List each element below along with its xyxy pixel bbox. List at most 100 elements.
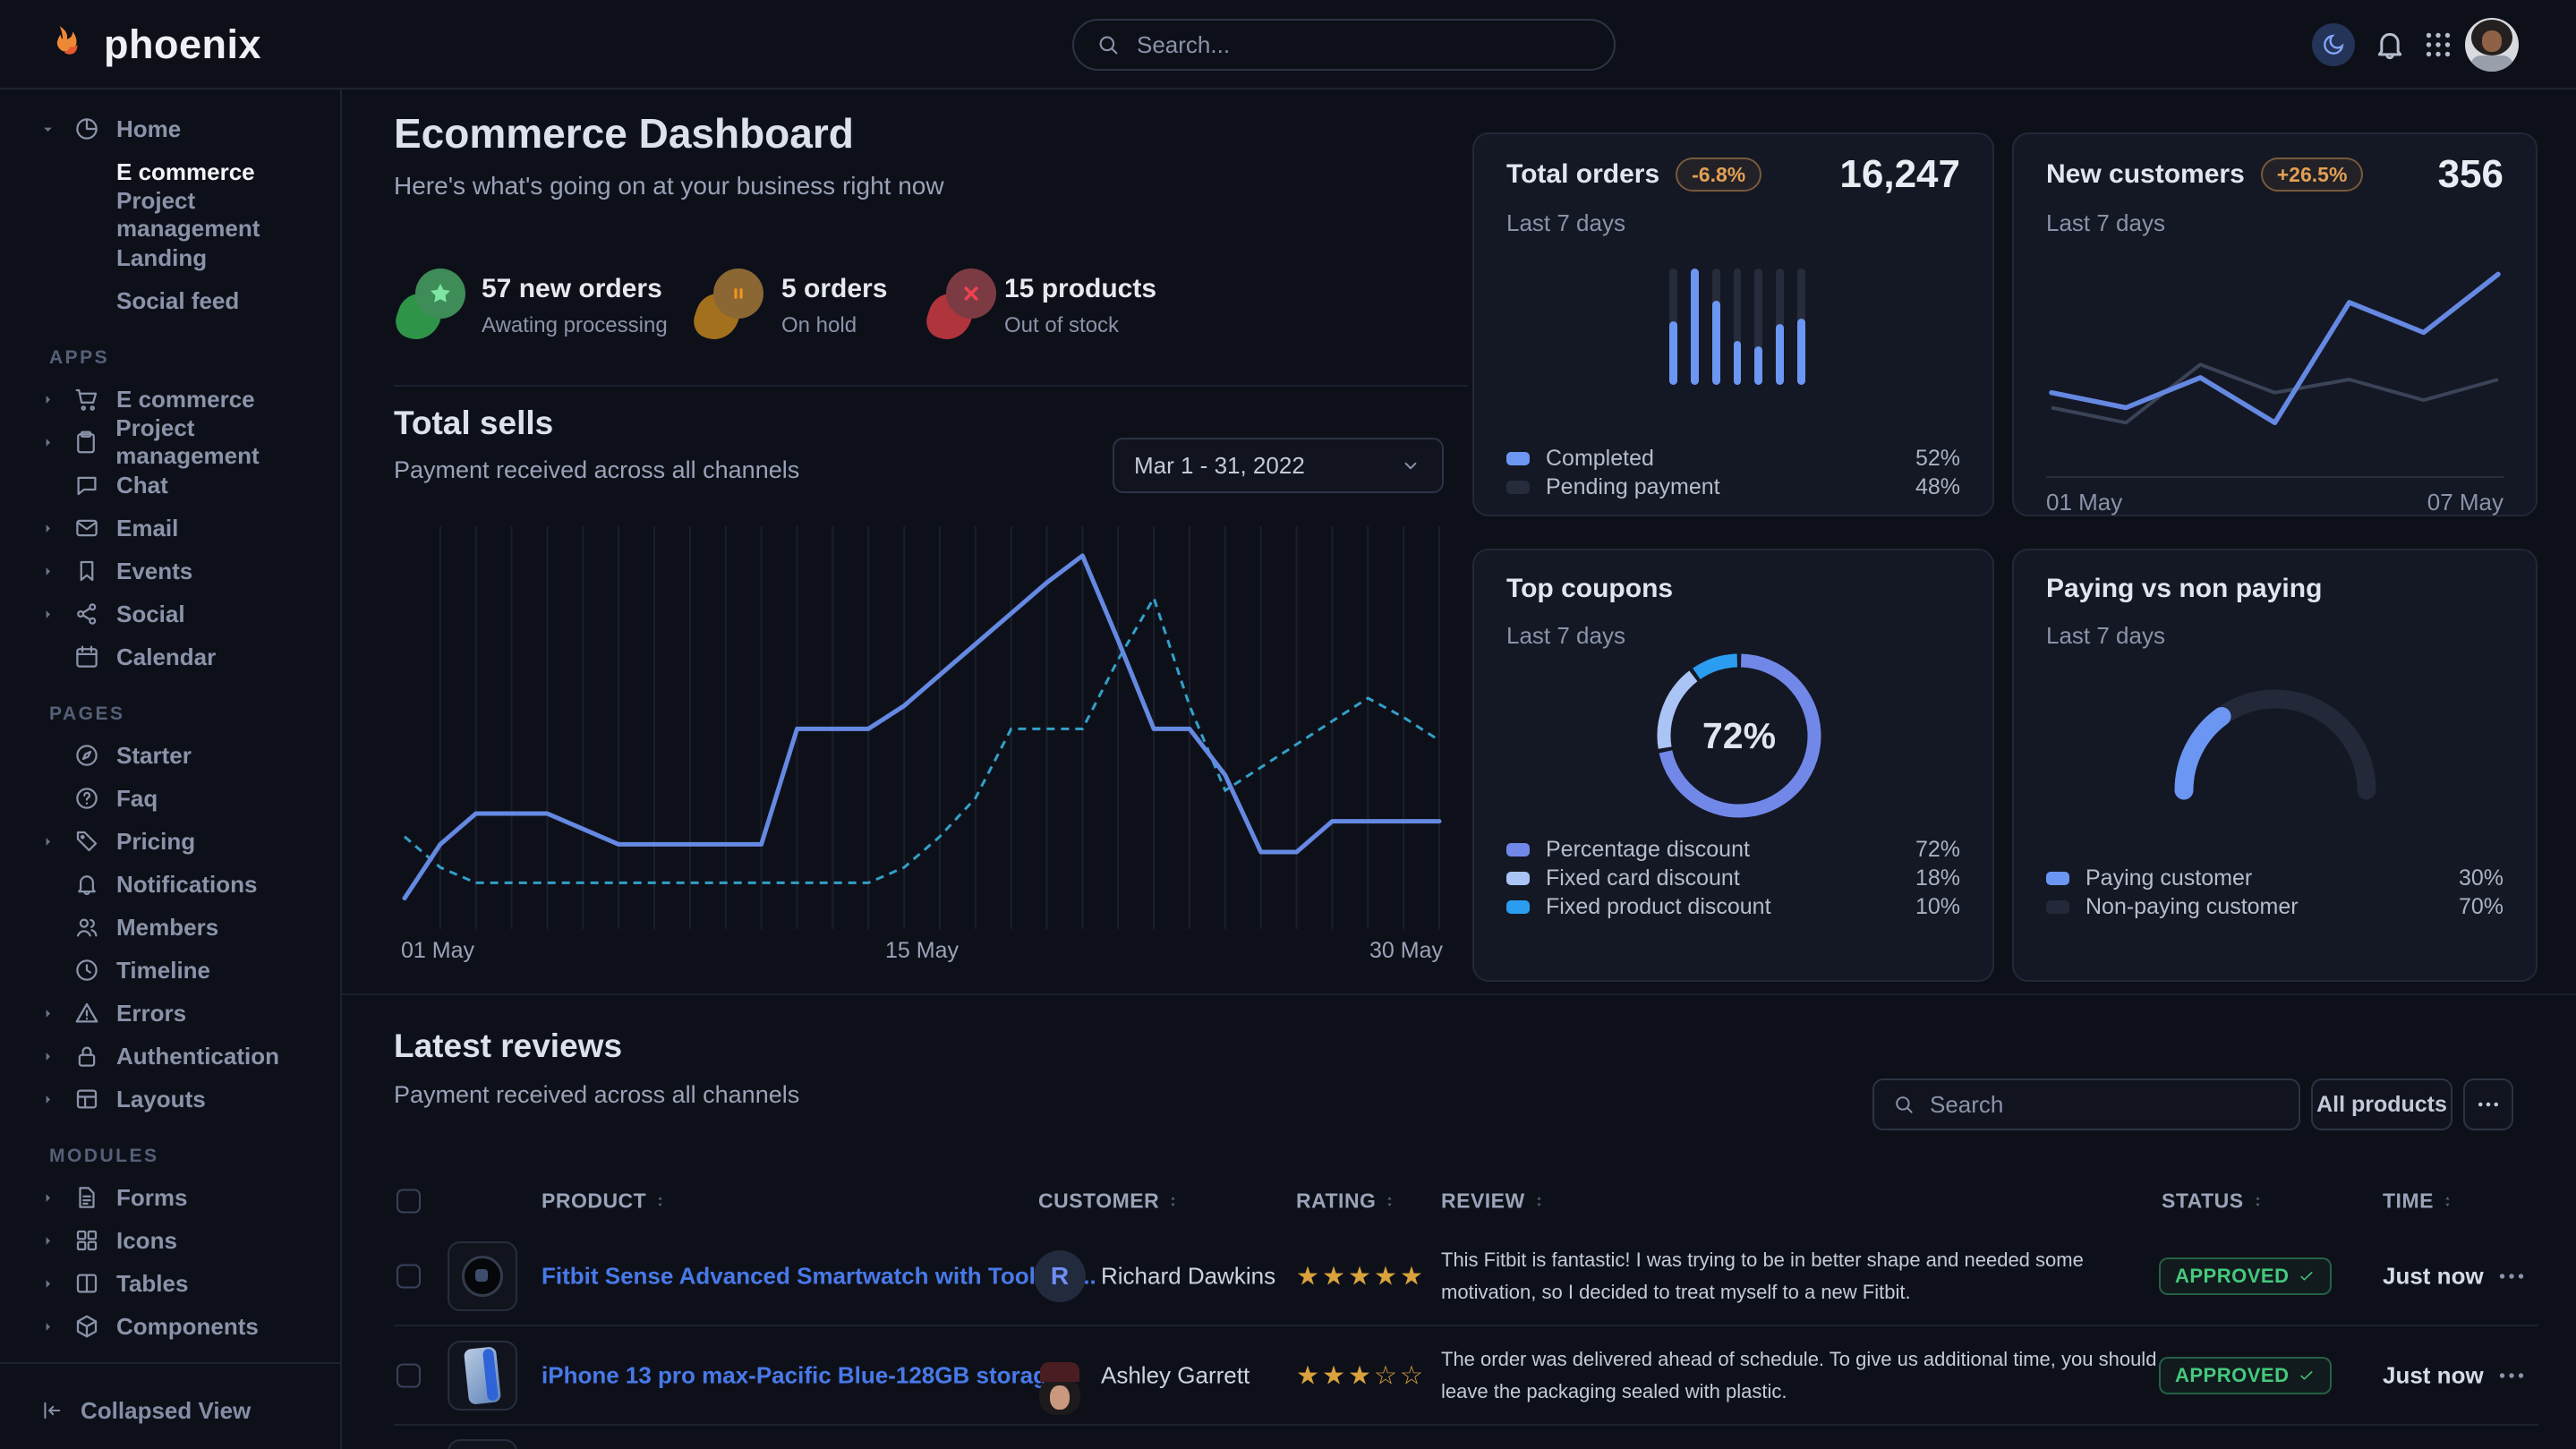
- sidebar-item-project-management[interactable]: Project management: [0, 193, 340, 236]
- box-icon: [73, 1313, 100, 1340]
- product-link[interactable]: Fitbit Sense Advanced Smartwatch with To…: [542, 1263, 1096, 1291]
- sidebar-item-starter[interactable]: Starter: [0, 734, 340, 777]
- sidebar-item-email[interactable]: Email: [0, 507, 340, 550]
- caret-right-icon: [41, 564, 73, 578]
- sidebar-item-home[interactable]: Home: [0, 107, 340, 150]
- reviews-search[interactable]: [1872, 1078, 2300, 1130]
- global-search[interactable]: [1072, 19, 1616, 71]
- sort-icon: [653, 1191, 667, 1211]
- delta-badge: +26.5%: [2261, 158, 2364, 192]
- sidebar-item-timeline[interactable]: Timeline: [0, 949, 340, 992]
- sidebar-item-calendar[interactable]: Calendar: [0, 635, 340, 678]
- sidebar-item-forms[interactable]: Forms: [0, 1176, 340, 1219]
- reviews-search-input[interactable]: [1928, 1090, 2281, 1120]
- global-search-input[interactable]: [1135, 30, 1592, 60]
- sidebar-section-pages: PAGES: [0, 695, 340, 734]
- card-title: Paying vs non paying: [2046, 574, 2322, 604]
- moon-icon: [2321, 32, 2346, 57]
- sidebar-item-layouts[interactable]: Layouts: [0, 1078, 340, 1121]
- select-all-checkbox[interactable]: [397, 1189, 421, 1214]
- sort-icon: [1166, 1191, 1180, 1211]
- product-thumbnail[interactable]: [448, 1241, 517, 1311]
- total-sells-x-axis: 01 May 15 May 30 May: [401, 938, 1443, 964]
- sidebar-nav: HomeE commerceProject managementLandingS…: [0, 107, 340, 1348]
- sidebar-item-pricing[interactable]: Pricing: [0, 820, 340, 863]
- card-title: Total orders: [1506, 159, 1659, 190]
- caret-right-icon: [41, 1092, 73, 1106]
- sidebar-item-errors[interactable]: Errors: [0, 992, 340, 1035]
- envelope-icon: [73, 515, 100, 541]
- pause-stat-icon: [695, 268, 763, 340]
- paying-gauge-chart: [2154, 676, 2396, 810]
- bell-icon: [2372, 27, 2408, 63]
- warning-triangle-icon: [73, 1000, 100, 1027]
- caret-spacer: [41, 920, 73, 934]
- column-header-rating[interactable]: RATING: [1296, 1189, 1396, 1214]
- caret-spacer: [41, 963, 73, 977]
- caret-right-icon: [41, 1006, 73, 1020]
- sidebar-item-components[interactable]: Components: [0, 1305, 340, 1348]
- caret-right-icon: [41, 435, 73, 449]
- sidebar-item-icons[interactable]: Icons: [0, 1219, 340, 1262]
- sidebar: HomeE commerceProject managementLandingS…: [0, 89, 342, 1449]
- total-sells-subtitle: Payment received across all channels: [394, 456, 799, 484]
- column-header-customer[interactable]: CUSTOMER: [1038, 1189, 1180, 1214]
- caret-right-icon: [41, 521, 73, 535]
- top-navbar: phoenix: [0, 0, 2576, 89]
- legend-row: Fixed card discount18%: [1506, 864, 1960, 892]
- users-icon: [73, 914, 100, 941]
- sidebar-item-project-management[interactable]: Project management: [0, 421, 340, 464]
- collapsed-view-toggle[interactable]: Collapsed View: [39, 1385, 251, 1436]
- sidebar-item-chat[interactable]: Chat: [0, 464, 340, 507]
- notifications-button[interactable]: [2372, 27, 2408, 63]
- row-menu-button[interactable]: [2495, 1260, 2528, 1292]
- star-stat-icon: [397, 268, 465, 340]
- total-orders-value: 16,247: [1839, 152, 1960, 197]
- section-divider: [342, 993, 2576, 995]
- reviews-more-button[interactable]: [2463, 1078, 2513, 1130]
- legend-swatch: [1506, 843, 1530, 857]
- row-checkbox[interactable]: [397, 1265, 421, 1289]
- pie-chart-icon: [73, 115, 100, 142]
- coupons-donut-chart: 72%: [1654, 651, 1824, 821]
- page-subtitle: Here's what's going on at your business …: [394, 172, 944, 200]
- caret-right-icon: [41, 607, 73, 621]
- main-content: Ecommerce Dashboard Here's what's going …: [342, 89, 2576, 1449]
- sidebar-item-social[interactable]: Social: [0, 592, 340, 635]
- sidebar-item-notifications[interactable]: Notifications: [0, 863, 340, 906]
- card-title: Top coupons: [1506, 574, 1673, 604]
- sidebar-item-tables[interactable]: Tables: [0, 1262, 340, 1305]
- product-thumbnail[interactable]: [448, 1439, 517, 1449]
- bookmark-icon: [73, 558, 100, 584]
- clipboard-icon: [73, 429, 99, 456]
- review-row: Fitbit Sense Advanced Smartwatch with To…: [394, 1228, 2538, 1326]
- sidebar-item-members[interactable]: Members: [0, 906, 340, 949]
- order-bar: [1754, 268, 1762, 385]
- caret-down-icon: [41, 122, 73, 136]
- coupons-legend: Percentage discount72% Fixed card discou…: [1506, 835, 1960, 921]
- sidebar-item-faq[interactable]: Faq: [0, 777, 340, 820]
- column-header-status[interactable]: STATUS: [2162, 1189, 2265, 1214]
- sidebar-item-events[interactable]: Events: [0, 550, 340, 592]
- brand[interactable]: phoenix: [47, 0, 261, 89]
- cart-icon: [73, 386, 100, 413]
- column-header-product[interactable]: PRODUCT: [542, 1189, 667, 1214]
- orders-bar-chart: [1669, 268, 1805, 385]
- column-header-review[interactable]: REVIEW: [1441, 1189, 1546, 1214]
- column-header-time[interactable]: TIME: [2383, 1189, 2454, 1214]
- row-checkbox[interactable]: [397, 1363, 421, 1387]
- all-products-button[interactable]: All products: [2311, 1078, 2452, 1130]
- product-thumbnail[interactable]: [448, 1341, 517, 1411]
- legend-row: Paying customer30%: [2046, 864, 2503, 892]
- profile-avatar[interactable]: [2465, 18, 2519, 72]
- sidebar-item-authentication[interactable]: Authentication: [0, 1035, 340, 1078]
- sidebar-item-social-feed[interactable]: Social feed: [0, 279, 340, 322]
- theme-toggle-button[interactable]: [2312, 23, 2355, 66]
- product-link[interactable]: iPhone 13 pro max-Pacific Blue-128GB sto…: [542, 1361, 1060, 1389]
- apps-menu-button[interactable]: [2422, 29, 2454, 61]
- row-menu-button[interactable]: [2495, 1360, 2528, 1392]
- sidebar-item-landing[interactable]: Landing: [0, 236, 340, 279]
- date-range-select[interactable]: Mar 1 - 31, 2022: [1113, 438, 1444, 493]
- share-icon: [73, 601, 100, 627]
- search-icon: [1096, 32, 1121, 57]
